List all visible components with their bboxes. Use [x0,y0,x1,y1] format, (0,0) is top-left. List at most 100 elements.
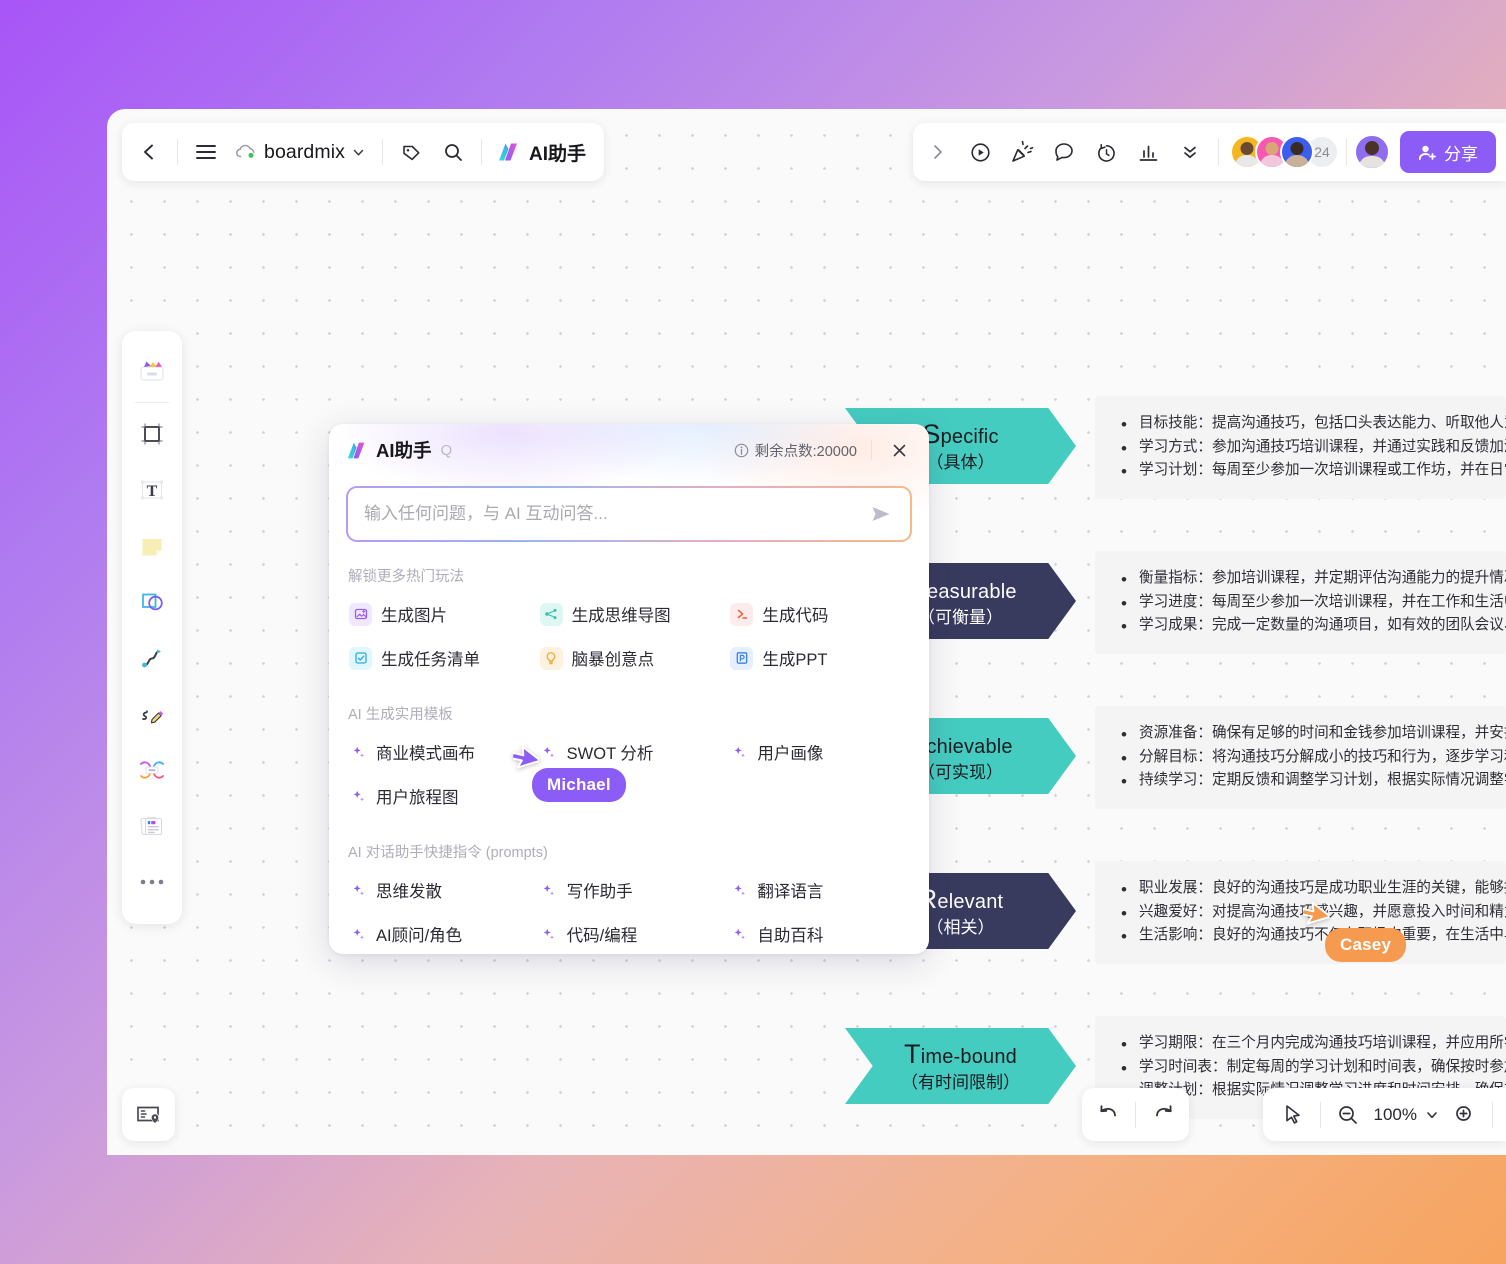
smart-chevron-word: easurable [927,581,1017,604]
redo-button[interactable] [1143,1095,1183,1135]
share-button[interactable]: 分享 [1400,131,1496,173]
rail-item-more-tools[interactable] [129,859,175,905]
comment-button[interactable] [1043,131,1085,173]
rail-item-pen[interactable] [129,691,175,737]
present-button[interactable] [959,131,1001,173]
ai-action-item[interactable]: 脑暴创意点 [534,636,725,680]
ai-action-item[interactable]: 翻译语言 [724,868,915,912]
ai-action-item[interactable]: 用户旅程图 [343,774,534,818]
current-user-avatar[interactable] [1354,134,1390,170]
text-icon: T [141,480,163,500]
rail-item-template-library[interactable] [129,346,175,392]
minimap-icon [136,1106,159,1123]
send-arrow-icon [872,507,890,521]
sparkle-icon [730,883,748,898]
smart-detail-card[interactable]: 目标技能：提高沟通技巧，包括口头表达能力、听取他人意见和反学习方式：参加沟通技巧… [1095,396,1506,499]
ai-input-container [346,486,912,542]
back-button[interactable] [128,131,170,173]
celebrate-button[interactable] [1001,131,1043,173]
shape-icon [142,593,163,611]
ai-action-item[interactable]: 思维发散 [343,868,534,912]
smart-bullet-list: 资源准备：确保有足够的时间和金钱参加培训课程，并安排工作和分解目标：将沟通技巧分… [1121,721,1506,795]
ai-section-grid: 商业模式画布 SWOT 分析 用户画像用户旅程图 [329,730,929,818]
sparkle-icon [730,927,748,942]
ai-action-item[interactable]: 写作助手 [534,868,725,912]
hamburger-menu-icon [196,145,216,159]
select-tool-button[interactable] [1273,1095,1313,1135]
rail-item-shape[interactable] [129,579,175,625]
ai-action-item[interactable]: 生成任务清单 [343,636,534,680]
ai-points-display[interactable]: 剩余点数:20000 [734,440,857,461]
undo-button[interactable] [1088,1095,1128,1135]
smart-detail-card[interactable]: 职业发展：良好的沟通技巧是成功职业生涯的关键，能够提升个人兴趣爱好：对提高沟通技… [1095,861,1506,964]
ai-action-item[interactable]: 生成代码 [724,592,915,636]
top-left-toolbar: boardmix AI助手 [122,123,605,181]
avatar[interactable] [1280,135,1314,169]
smart-detail-card[interactable]: 资源准备：确保有足够的时间和金钱参加培训课程，并安排工作和分解目标：将沟通技巧分… [1095,706,1506,809]
mindmap-icon [140,761,164,779]
ai-action-item[interactable]: 自助百科 [724,912,915,954]
task-list-generate-icon [349,646,372,670]
ai-action-item[interactable]: 商业模式画布 [343,730,534,774]
ai-panel-sections: 解锁更多热门玩法生成图片 生成思维导图 生成代码生成任务清单 脑暴创意点 生成PPT AI… [329,565,929,954]
ai-section-title: 解锁更多热门玩法 [348,569,464,585]
toolbar-divider [382,139,383,165]
smart-chevron-subtitle: （相关） [926,918,995,938]
top-right-toolbar: 24 分享 [913,123,1506,181]
zoom-out-button[interactable] [1328,1095,1368,1135]
toolbar-divider [1346,139,1347,165]
ai-assistant-button[interactable]: AI助手 [489,131,598,173]
tag-button[interactable] [390,131,432,173]
chevron-down-icon [353,149,364,156]
ai-action-label: 用户画像 [757,745,824,763]
expand-toolbar-button[interactable] [917,131,959,173]
rail-item-sticky-note[interactable] [129,523,175,569]
chevron-left-icon [144,144,153,160]
ai-action-item[interactable]: 用户画像 [724,730,915,774]
rail-item-mindmap[interactable] [129,747,175,793]
left-tool-rail: T [122,331,182,924]
send-button[interactable] [866,500,896,528]
rail-item-document[interactable] [129,803,175,849]
ai-action-item[interactable]: 生成图片 [343,592,534,636]
add-user-icon [1418,145,1436,160]
minimap-button[interactable] [122,1088,175,1141]
more-options-button[interactable] [1169,131,1211,173]
sticky-note-icon [142,539,162,556]
document-title-button[interactable]: boardmix [227,131,375,173]
sparkle-icon [349,883,367,898]
ai-action-label: 生成图片 [381,607,447,625]
ai-action-item[interactable]: AI顾问/角色 [343,912,534,954]
collaborator-avatars[interactable]: 24 [1226,135,1339,169]
ai-logo-icon [347,442,365,458]
ai-action-label: SWOT 分析 [566,745,654,763]
ai-action-item[interactable]: 生成思维导图 [534,592,725,636]
smart-chevron-t[interactable]: Time-bound （有时间限制） [845,1028,1076,1104]
timer-icon [1097,143,1115,162]
rail-item-connector[interactable] [129,635,175,681]
zoom-dropdown-button[interactable] [1419,1095,1445,1135]
comment-bubble-icon [1055,143,1073,161]
smart-detail-card[interactable]: 衡量指标：参加培训课程，并定期评估沟通能力的提升情况，如通学习进度：每周至少参加… [1095,551,1506,654]
close-panel-button[interactable] [886,437,912,463]
connector-line-icon [142,649,161,668]
ai-question-input[interactable] [364,504,866,524]
zoom-in-button[interactable] [1445,1095,1485,1135]
vote-button[interactable] [1127,131,1169,173]
toolbar-divider [1218,139,1219,165]
rail-item-text[interactable]: T [129,467,175,513]
ai-action-item[interactable]: 代码/编程 [534,912,725,954]
smart-bullet-item: 资源准备：确保有足够的时间和金钱参加培训课程，并安排工作和 [1121,721,1506,748]
rail-item-frame[interactable] [129,411,175,457]
zoom-level-label[interactable]: 100% [1368,1105,1419,1125]
search-button[interactable] [432,131,474,173]
ai-action-item[interactable]: 生成PPT [724,636,915,680]
search-icon [444,143,462,161]
bar-chart-icon [1139,145,1157,161]
pen-icon [142,710,164,724]
more-tools-icon [140,879,164,885]
timer-button[interactable] [1085,131,1127,173]
smart-bullet-list: 目标技能：提高沟通技巧，包括口头表达能力、听取他人意见和反学习方式：参加沟通技巧… [1121,411,1506,485]
menu-button[interactable] [185,131,227,173]
smart-bullet-item: 学习方式：参加沟通技巧培训课程，并通过实践和反馈加深理解和 [1121,435,1506,462]
